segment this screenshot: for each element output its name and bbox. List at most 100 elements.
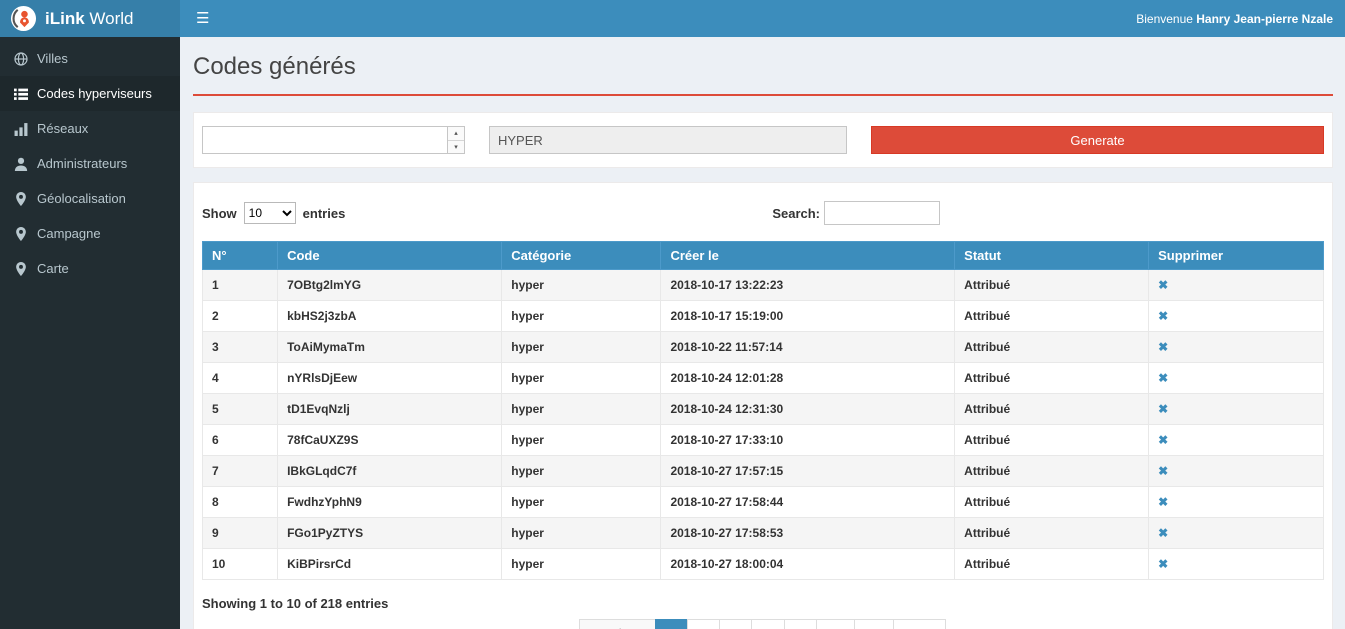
sidebar-item-label: Codes hyperviseurs xyxy=(37,86,152,101)
created-cell: 2018-10-27 17:58:53 xyxy=(661,518,955,549)
delete-icon[interactable]: ✖ xyxy=(1158,495,1168,509)
table-row: 7IBkGLqdC7fhyper2018-10-27 17:57:15Attri… xyxy=(203,456,1324,487)
codes-table: N° Code Catégorie Créer le Statut Suppri… xyxy=(202,241,1324,580)
spinner-up-icon[interactable]: ▴ xyxy=(448,127,464,141)
delete-icon[interactable]: ✖ xyxy=(1158,371,1168,385)
status-cell: Attribué xyxy=(955,394,1149,425)
app-title: iLink World xyxy=(45,9,133,29)
created-cell: 2018-10-24 12:31:30 xyxy=(661,394,955,425)
header-num[interactable]: N° xyxy=(203,242,278,270)
bar-chart-icon xyxy=(14,122,28,136)
delete-cell: ✖ xyxy=(1149,270,1324,301)
delete-icon[interactable]: ✖ xyxy=(1158,557,1168,571)
welcome-text: Bienvenue Hanry Jean-pierre Nzale xyxy=(1136,12,1345,26)
delete-icon[interactable]: ✖ xyxy=(1158,464,1168,478)
delete-cell: ✖ xyxy=(1149,518,1324,549)
status-cell: Attribué xyxy=(955,270,1149,301)
created-cell: 2018-10-24 12:01:28 xyxy=(661,363,955,394)
codes-table-body: 17OBtg2lmYGhyper2018-10-17 13:22:23Attri… xyxy=(203,270,1324,580)
sidebar-item-geolocalisation[interactable]: Géolocalisation xyxy=(0,181,180,216)
sidebar-item-campagne[interactable]: Campagne xyxy=(0,216,180,251)
status-cell: Attribué xyxy=(955,363,1149,394)
code-cell: FGo1PyZTYS xyxy=(278,518,502,549)
quantity-input[interactable] xyxy=(203,127,447,153)
pagination-page-5[interactable]: 5 xyxy=(784,619,817,629)
codes-table-panel: Show 10 entries Search: N° Code Catégori… xyxy=(193,182,1333,629)
page-title: Codes générés xyxy=(193,53,1333,81)
pagination-next[interactable]: Next xyxy=(893,619,946,629)
created-cell: 2018-10-27 18:00:04 xyxy=(661,549,955,580)
topbar: iLink World ☰ Bienvenue Hanry Jean-pierr… xyxy=(0,0,1345,37)
category-cell: hyper xyxy=(502,456,661,487)
sidebar: Villes Codes hyperviseurs Réseaux Admini… xyxy=(0,37,180,629)
delete-cell: ✖ xyxy=(1149,394,1324,425)
delete-icon[interactable]: ✖ xyxy=(1158,526,1168,540)
pagination-page-2[interactable]: 2 xyxy=(687,619,720,629)
map-marker-icon xyxy=(14,262,28,276)
status-cell: Attribué xyxy=(955,456,1149,487)
header-created[interactable]: Créer le xyxy=(661,242,955,270)
delete-cell: ✖ xyxy=(1149,301,1324,332)
delete-cell: ✖ xyxy=(1149,363,1324,394)
table-controls: Show 10 entries Search: xyxy=(202,201,1324,225)
header-status[interactable]: Statut xyxy=(955,242,1149,270)
sidebar-item-reseaux[interactable]: Réseaux xyxy=(0,111,180,146)
table-row: 2kbHS2j3zbAhyper2018-10-17 15:19:00Attri… xyxy=(203,301,1324,332)
created-cell: 2018-10-17 15:19:00 xyxy=(661,301,955,332)
category-cell: hyper xyxy=(502,518,661,549)
delete-icon[interactable]: ✖ xyxy=(1158,340,1168,354)
pagination-page-3[interactable]: 3 xyxy=(719,619,752,629)
table-row: 678fCaUXZ9Shyper2018-10-27 17:33:10Attri… xyxy=(203,425,1324,456)
delete-icon[interactable]: ✖ xyxy=(1158,433,1168,447)
sidebar-item-label: Villes xyxy=(37,51,68,66)
num-cell: 2 xyxy=(203,301,278,332)
num-cell: 6 xyxy=(203,425,278,456)
sidebar-item-label: Réseaux xyxy=(37,121,88,136)
sidebar-item-label: Carte xyxy=(37,261,69,276)
status-cell: Attribué xyxy=(955,487,1149,518)
header-category[interactable]: Catégorie xyxy=(502,242,661,270)
status-cell: Attribué xyxy=(955,425,1149,456)
pagination-page-1[interactable]: 1 xyxy=(655,619,688,629)
created-cell: 2018-10-27 17:58:44 xyxy=(661,487,955,518)
delete-icon[interactable]: ✖ xyxy=(1158,309,1168,323)
sidebar-item-carte[interactable]: Carte xyxy=(0,251,180,286)
table-row: 4nYRlsDjEewhyper2018-10-24 12:01:28Attri… xyxy=(203,363,1324,394)
user-icon xyxy=(14,157,28,171)
code-cell: FwdhzYphN9 xyxy=(278,487,502,518)
code-cell: 7OBtg2lmYG xyxy=(278,270,502,301)
generate-button[interactable]: Generate xyxy=(871,126,1324,154)
category-cell: hyper xyxy=(502,549,661,580)
sidebar-item-administrateurs[interactable]: Administrateurs xyxy=(0,146,180,181)
delete-icon[interactable]: ✖ xyxy=(1158,278,1168,292)
pagination-previous: Previous xyxy=(579,619,656,629)
header-delete[interactable]: Supprimer xyxy=(1149,242,1324,270)
sidebar-item-label: Campagne xyxy=(37,226,101,241)
created-cell: 2018-10-22 11:57:14 xyxy=(661,332,955,363)
sidebar-item-villes[interactable]: Villes xyxy=(0,41,180,76)
category-field[interactable] xyxy=(489,126,847,154)
navbar: ☰ Bienvenue Hanry Jean-pierre Nzale xyxy=(180,0,1345,37)
spinner-buttons[interactable]: ▴ ▾ xyxy=(447,127,464,153)
title-divider xyxy=(193,94,1333,96)
page-length-select[interactable]: 10 xyxy=(244,202,296,224)
status-cell: Attribué xyxy=(955,549,1149,580)
quantity-stepper[interactable]: ▴ ▾ xyxy=(202,126,465,154)
category-cell: hyper xyxy=(502,332,661,363)
brand[interactable]: iLink World xyxy=(0,0,180,37)
delete-icon[interactable]: ✖ xyxy=(1158,402,1168,416)
delete-cell: ✖ xyxy=(1149,487,1324,518)
delete-cell: ✖ xyxy=(1149,332,1324,363)
search-input[interactable] xyxy=(824,201,940,225)
table-row: 17OBtg2lmYGhyper2018-10-17 13:22:23Attri… xyxy=(203,270,1324,301)
table-summary: Showing 1 to 10 of 218 entries xyxy=(202,596,1324,611)
delete-cell: ✖ xyxy=(1149,456,1324,487)
pagination-page-22[interactable]: 22 xyxy=(854,619,894,629)
pagination-page-4[interactable]: 4 xyxy=(751,619,784,629)
sidebar-toggle-icon[interactable]: ☰ xyxy=(180,0,225,37)
header-code[interactable]: Code xyxy=(278,242,502,270)
map-marker-icon xyxy=(14,192,28,206)
spinner-down-icon[interactable]: ▾ xyxy=(448,141,464,154)
sidebar-item-codes-hyperviseurs[interactable]: Codes hyperviseurs xyxy=(0,76,180,111)
table-row: 5tD1EvqNzljhyper2018-10-24 12:31:30Attri… xyxy=(203,394,1324,425)
